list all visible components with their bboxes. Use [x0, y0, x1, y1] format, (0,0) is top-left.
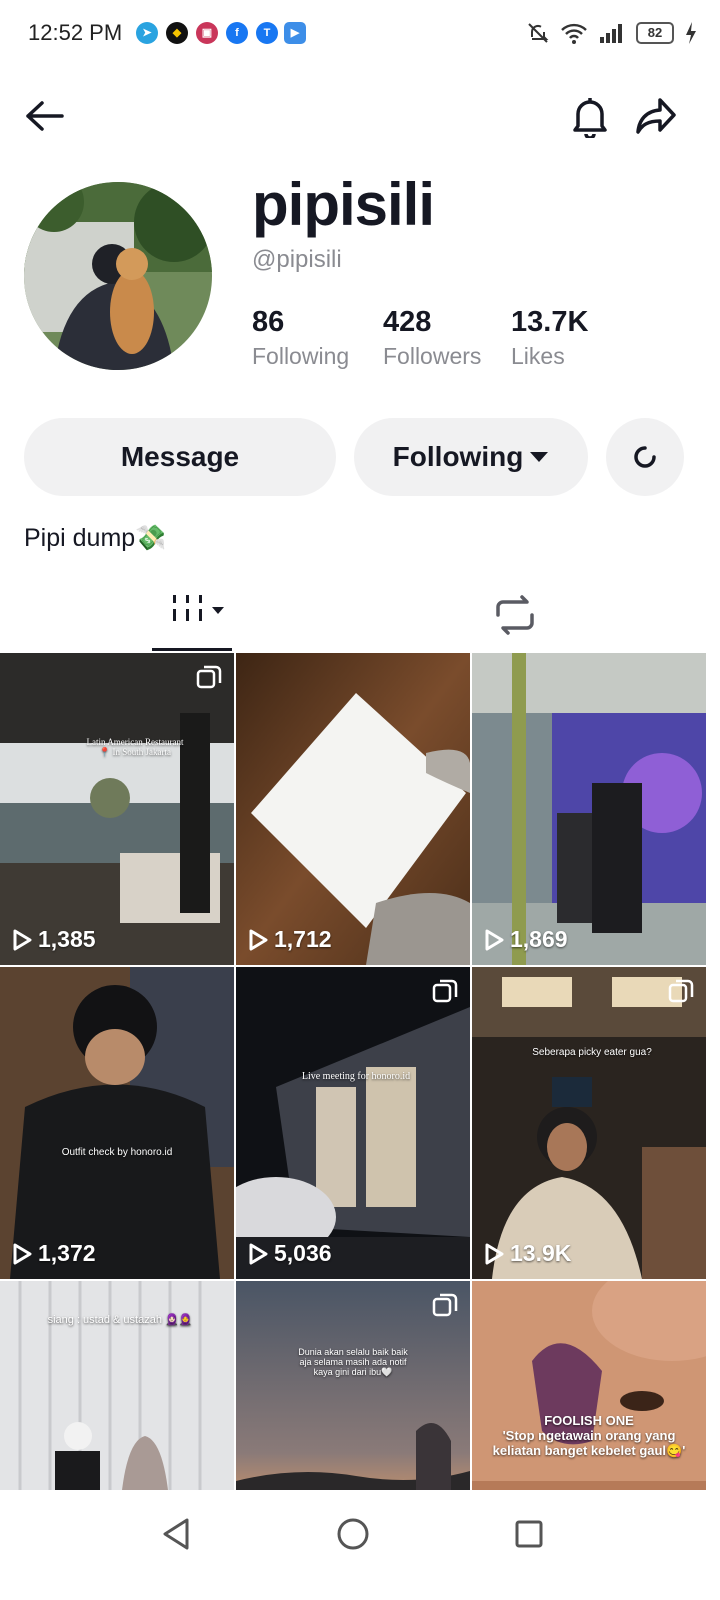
tiktok-lite-icon: T	[256, 22, 278, 44]
video-grid-icon	[173, 595, 224, 621]
view-count: 1,869	[484, 926, 568, 953]
view-count: 1,385	[12, 926, 96, 953]
video-icon: ▶	[284, 22, 306, 44]
video-tile[interactable]: Latin American Restaurant 📍 In South Jak…	[0, 653, 234, 965]
share-button[interactable]	[630, 90, 682, 142]
view-count: 1,712	[248, 926, 332, 953]
back-button[interactable]	[18, 90, 70, 142]
video-tile[interactable]: Outfit check by honoro.id 1,372	[0, 967, 234, 1279]
system-home-button[interactable]	[327, 1508, 379, 1560]
message-button[interactable]: Message	[24, 418, 336, 496]
stat-following[interactable]: 86 Following	[252, 306, 349, 370]
tab-videos[interactable]	[120, 585, 232, 651]
system-navigation-bar	[0, 1490, 720, 1600]
video-caption: siang : ustad & ustazah 🧕🏻🧕	[47, 1314, 193, 1326]
status-bar: 12:52 PM ➤ ◆ ▣ f T ▶ 82	[0, 0, 720, 66]
stat-value: 86	[252, 306, 285, 338]
view-count-value: 13.9K	[510, 1240, 572, 1266]
view-count: 5,036	[248, 1240, 332, 1267]
video-tile[interactable]: 1,869	[472, 653, 706, 965]
view-count: 13.9K	[484, 1240, 571, 1267]
view-count: 1,372	[12, 1240, 96, 1267]
status-time: 12:52 PM	[28, 20, 123, 45]
multi-photo-icon	[668, 979, 694, 1005]
video-tile[interactable]: 1,712	[236, 653, 470, 965]
multi-photo-icon	[196, 665, 222, 691]
video-caption: Latin American Restaurant 📍 In South Jak…	[86, 737, 184, 757]
stat-label: Following	[252, 343, 350, 369]
share-arrow-icon	[636, 98, 676, 134]
circle-home-icon	[337, 1518, 369, 1550]
play-icon	[249, 929, 268, 950]
play-icon	[485, 1243, 504, 1264]
triangle-back-icon	[163, 1518, 189, 1550]
system-back-button[interactable]	[150, 1508, 202, 1560]
bio-text: Pipi dump💸	[24, 524, 167, 552]
video-caption: Dunia akan selalu baik baik aja selama m…	[298, 1347, 408, 1377]
stat-followers[interactable]: 428 Followers	[383, 306, 481, 370]
display-name: pipisili	[252, 171, 435, 238]
caret-down-icon	[530, 452, 549, 462]
video-caption: FOOLISH ONE 'Stop ngetawain orang yang k…	[492, 1413, 686, 1458]
multi-photo-icon	[432, 1293, 458, 1319]
view-count-value: 1,385	[38, 926, 96, 952]
username-handle: @pipisili	[252, 246, 342, 273]
facebook-icon: f	[226, 22, 248, 44]
multi-photo-icon	[432, 979, 458, 1005]
wifi-icon	[561, 23, 587, 44]
active-tab-indicator	[152, 648, 232, 651]
view-count-value: 1,869	[510, 926, 568, 952]
notification-bell-button[interactable]	[564, 90, 616, 142]
telegram-icon: ➤	[136, 22, 158, 44]
view-count-value: 1,712	[274, 926, 332, 952]
stat-label: Followers	[383, 343, 482, 369]
bell-icon	[573, 98, 607, 138]
video-caption: Outfit check by honoro.id	[61, 1147, 173, 1158]
view-count-value: 1,372	[38, 1240, 96, 1266]
mute-bell-icon	[528, 23, 549, 43]
stat-value: 13.7K	[511, 306, 589, 338]
play-icon	[249, 1243, 268, 1264]
play-icon	[485, 929, 504, 950]
tab-reposts[interactable]	[470, 585, 560, 651]
battery-indicator: 82	[636, 22, 674, 44]
view-count-value: 5,036	[274, 1240, 332, 1266]
avatar[interactable]	[24, 182, 212, 370]
repost-icon	[496, 595, 534, 635]
system-recents-button[interactable]	[503, 1508, 555, 1560]
play-icon	[13, 1243, 32, 1264]
stat-value: 428	[383, 306, 432, 338]
suggested-accounts-button[interactable]	[606, 418, 684, 496]
video-caption: Live meeting for honoro.id	[301, 1071, 411, 1082]
gallery-icon: ▣	[196, 22, 218, 44]
message-button-label: Message	[120, 441, 240, 472]
signal-icon	[600, 24, 622, 43]
video-tile[interactable]: Seberapa picky eater gua? 13.9K	[472, 967, 706, 1279]
charging-icon	[686, 22, 696, 44]
square-recents-icon	[515, 1520, 543, 1548]
loading-spinner-icon	[634, 446, 656, 468]
app-icon: ◆	[166, 22, 188, 44]
play-icon	[13, 929, 32, 950]
video-caption: Seberapa picky eater gua?	[532, 1047, 652, 1058]
following-dropdown-button[interactable]: Following	[354, 418, 588, 496]
stat-label: Likes	[511, 343, 565, 369]
arrow-left-icon	[26, 101, 64, 131]
video-tile[interactable]: Live meeting for honoro.id 5,036	[236, 967, 470, 1279]
following-button-label: Following	[392, 441, 524, 472]
stat-likes[interactable]: 13.7K Likes	[511, 306, 588, 370]
